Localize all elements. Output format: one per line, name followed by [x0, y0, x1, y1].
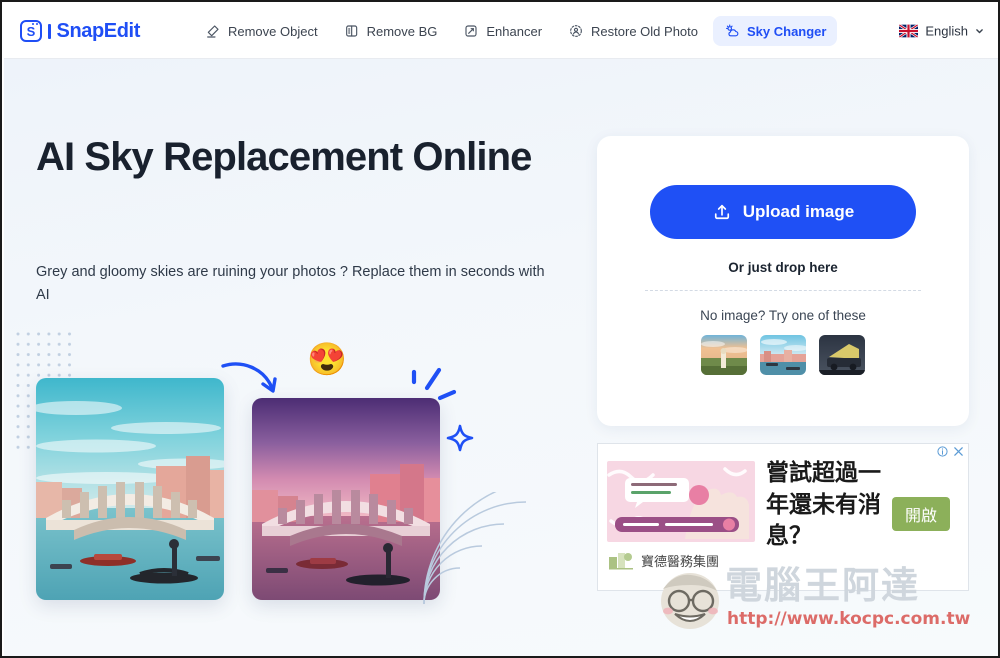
dashed-divider — [645, 290, 921, 291]
ad-cta-label: 開啟 — [904, 506, 937, 525]
heart-eyes-emoji: 😍 — [307, 341, 347, 377]
eraser-icon — [207, 25, 219, 38]
ad-brand: 寶德醫務集團 — [608, 550, 719, 570]
adchoices-info-icon[interactable] — [937, 446, 948, 457]
ad-controls — [937, 446, 964, 457]
pink-hands-ad-illustration — [607, 461, 755, 542]
upload-button-label: Upload image — [742, 202, 855, 221]
page-subtitle: Grey and gloomy skies are ruining your p… — [36, 264, 545, 304]
nav-label-restore-old-photo: Restore Old Photo — [591, 23, 698, 39]
upload-icon — [714, 204, 729, 220]
language-selector[interactable]: English — [899, 24, 984, 39]
uk-flag-icon — [899, 24, 919, 38]
chevron-down-icon — [976, 29, 983, 34]
ad-brand-name: 寶德醫務集團 — [641, 554, 720, 570]
site-header: S SnapEdit Remove Object Remove BG Enhan… — [4, 4, 998, 59]
ad-cta-button[interactable]: 開啟 — [892, 497, 950, 531]
upload-card: Upload image Or just drop here No image?… — [597, 136, 969, 426]
brand-logo[interactable]: S SnapEdit — [20, 20, 140, 43]
logo-bar-decor — [48, 23, 51, 39]
ad-brand-logo-icon — [609, 553, 633, 570]
try-samples-text: No image? Try one of these — [700, 308, 866, 323]
enhancer-icon — [465, 25, 477, 37]
ad-headline: 嘗試超過一年還未有消息？ — [766, 460, 881, 550]
nav-item-remove-object[interactable]: Remove Object — [194, 16, 329, 46]
nav-label-sky-changer: Sky Changer — [747, 23, 827, 39]
nav-item-enhancer[interactable]: Enhancer — [452, 16, 553, 46]
sky-changer-icon — [726, 24, 739, 37]
page-title: AI Sky Replacement Online — [36, 135, 532, 179]
venice-purple-sky-illustration — [252, 398, 440, 600]
brand-logo-text: SnapEdit — [56, 19, 141, 42]
upload-image-button[interactable]: Upload image — [650, 185, 916, 239]
sample-thumbnail-2[interactable] — [760, 335, 806, 375]
language-label: English — [925, 23, 968, 39]
remove-bg-icon — [345, 25, 357, 37]
sparkle-lines-icon — [411, 367, 457, 401]
ad-banner-image — [607, 461, 755, 542]
venice-original-sky-illustration — [36, 378, 224, 600]
sample-venice-canal-image — [760, 335, 806, 375]
hero-before-image — [36, 378, 224, 600]
restore-photo-icon — [570, 25, 582, 37]
main-nav: Remove Object Remove BG Enhancer Restore… — [194, 16, 838, 46]
sample-woman-field-image — [701, 335, 747, 375]
hero-after-image — [252, 398, 440, 600]
nav-item-sky-changer[interactable]: Sky Changer — [713, 16, 838, 46]
nav-item-restore-old-photo[interactable]: Restore Old Photo — [557, 16, 709, 46]
snapedit-logo-icon: S — [20, 20, 42, 42]
sparkle-star-icon — [446, 424, 474, 452]
drop-here-text: Or just drop here — [728, 260, 838, 275]
nav-item-remove-bg[interactable]: Remove BG — [333, 16, 449, 46]
curved-arrow-icon — [221, 362, 277, 393]
advertisement[interactable]: 嘗試超過一年還未有消息？ 開啟 寶德醫務集團 — [597, 443, 969, 591]
nav-label-enhancer: Enhancer — [486, 23, 543, 39]
sample-vintage-car-night-image — [819, 335, 865, 375]
sample-thumbnail-1[interactable] — [701, 335, 747, 375]
close-icon[interactable] — [953, 446, 964, 457]
nav-label-remove-bg: Remove BG — [366, 23, 438, 39]
sample-thumbnail-3[interactable] — [819, 335, 865, 375]
nav-label-remove-object: Remove Object — [227, 23, 318, 39]
sample-thumbnails — [701, 335, 865, 375]
concentric-arcs-decoration — [423, 492, 527, 604]
page-root: S SnapEdit Remove Object Remove BG Enhan… — [0, 0, 1000, 658]
